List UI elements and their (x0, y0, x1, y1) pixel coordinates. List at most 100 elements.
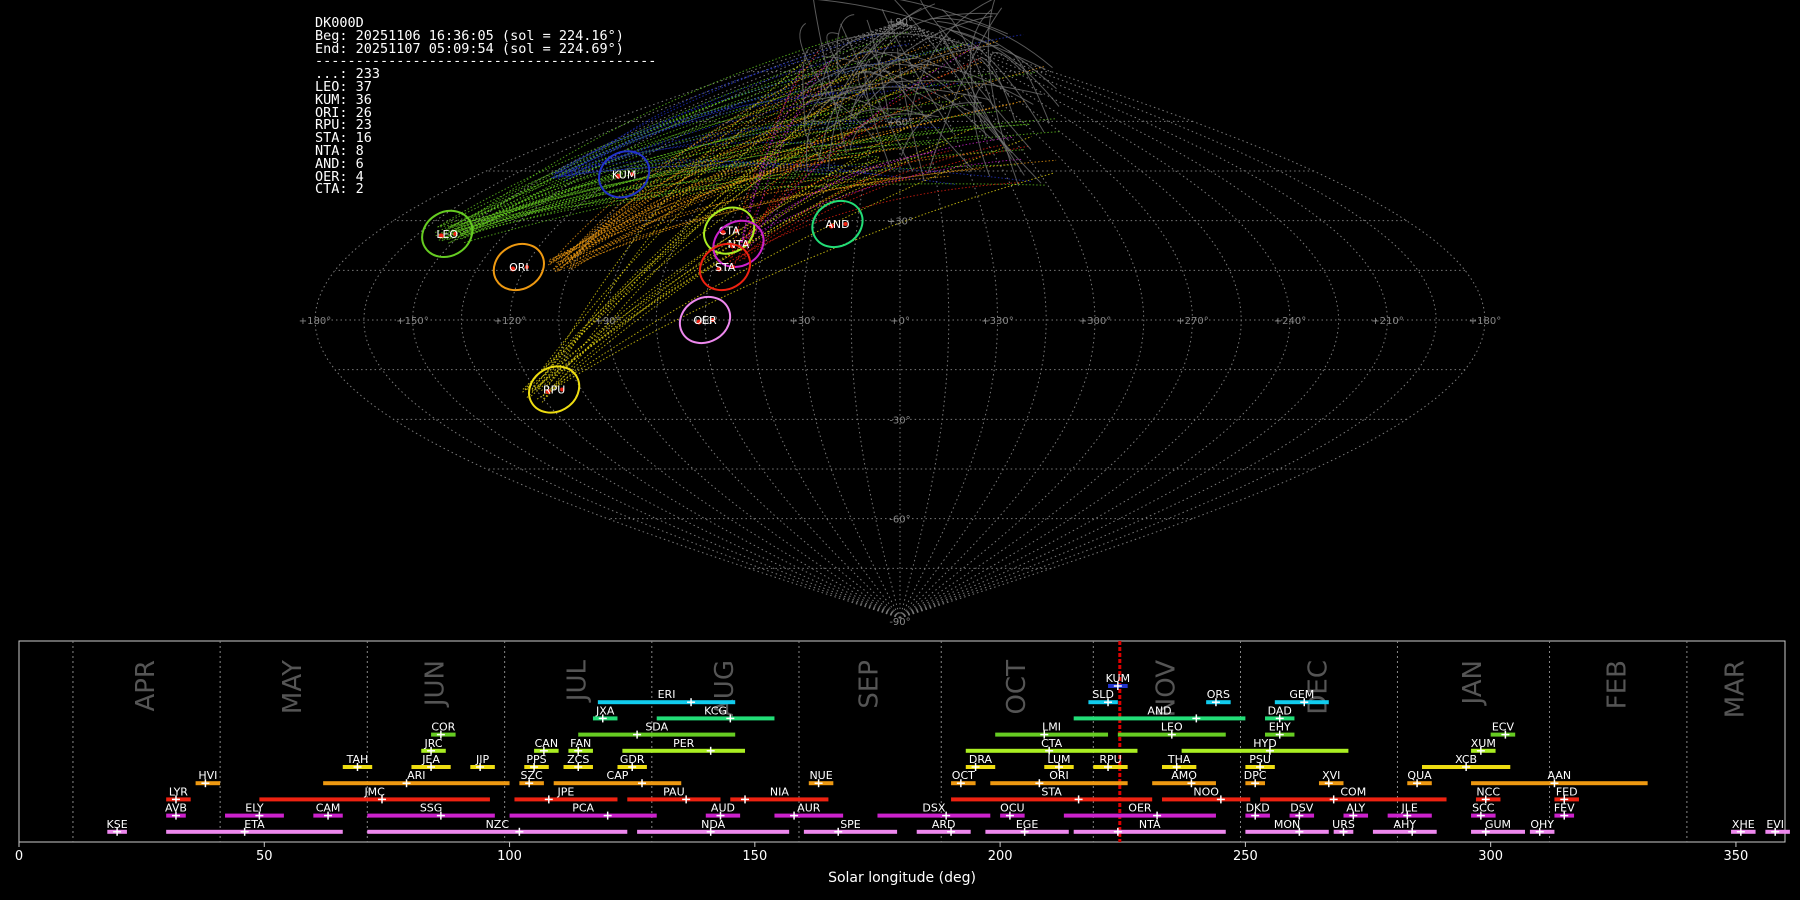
shower-label: CAP (607, 769, 629, 782)
shower-tah: TAH (342, 753, 373, 771)
shower-label: XVI (1322, 769, 1340, 782)
shower-label: NCC (1476, 785, 1500, 798)
month-label: FEB (1603, 660, 1633, 709)
shower-kse: KSE (107, 818, 128, 836)
x-tick-label: 300 (1478, 849, 1503, 864)
shower-label: NTA (1139, 818, 1161, 831)
shower-jxa: JXA (592, 704, 618, 723)
shower-label: XHE (1732, 818, 1755, 831)
shower-hvi: HVI (195, 769, 221, 788)
shower-label: TAH (346, 753, 369, 766)
x-tick-label: 350 (1724, 849, 1749, 864)
shower-label: JXA (595, 704, 615, 717)
shower-label: DKD (1246, 802, 1270, 815)
x-axis-label: Solar longitude (deg) (828, 870, 976, 886)
shower-label: FEV (1554, 802, 1575, 815)
month-label: MAR (1720, 660, 1750, 718)
shower-label: LEO (1161, 721, 1183, 734)
shower-label: RPU (1099, 753, 1121, 766)
shower-label: NOO (1193, 785, 1219, 798)
shower-label: OER (1128, 802, 1152, 815)
shower-label: GEM (1289, 688, 1314, 701)
shower-label: JMC (363, 785, 385, 798)
shower-xhe: XHE (1731, 818, 1756, 836)
x-tick-label: 200 (988, 849, 1013, 864)
shower-label: DPC (1244, 769, 1267, 782)
shower-nue: NUE (808, 769, 834, 788)
month-label: MAY (278, 660, 308, 714)
shower-label: OCU (1000, 802, 1024, 815)
shower-label: NIA (770, 785, 789, 798)
shower-dpc: DPC (1244, 769, 1267, 788)
shower-label: QUA (1407, 769, 1432, 782)
shower-label: PSU (1249, 753, 1271, 766)
shower-urs: URS (1332, 818, 1355, 836)
shower-label: LMI (1042, 721, 1061, 734)
shower-label: EVI (1766, 818, 1784, 831)
shower-label: ORI (1049, 769, 1069, 782)
x-tick-label: 0 (15, 849, 23, 864)
shower-label: DSX (922, 802, 945, 815)
shower-label: FED (1556, 785, 1578, 798)
x-tick-label: 50 (256, 849, 273, 864)
shower-label: CTA (1041, 737, 1063, 750)
shower-label: JEA (421, 753, 440, 766)
shower-label: GDR (620, 753, 645, 766)
shower-label: DAD (1268, 704, 1292, 717)
shower-label: AND (1147, 704, 1171, 717)
shower-label: EGE (1016, 818, 1038, 831)
shower-label: SDA (645, 721, 668, 734)
month-label: JUL (563, 659, 593, 703)
shower-label: KCG (704, 704, 727, 717)
shower-label: AUD (711, 802, 735, 815)
shower-label: GUM (1485, 818, 1511, 831)
shower-label: JLE (1401, 802, 1418, 815)
shower-cam: CAM (313, 802, 343, 820)
shower-label: OHY (1530, 818, 1554, 831)
shower-label: AVB (165, 802, 187, 815)
shower-label: SZC (521, 769, 544, 782)
x-tick-label: 100 (497, 849, 522, 864)
month-label: JAN (1458, 660, 1488, 706)
shower-label: SSG (420, 802, 443, 815)
shower-label: ALY (1346, 802, 1365, 815)
shower-label: ERI (658, 688, 676, 701)
shower-label: AAN (1548, 769, 1572, 782)
shower-label: SCC (1472, 802, 1495, 815)
month-label: JUN (420, 660, 450, 708)
shower-label: SPE (840, 818, 861, 831)
shower-szc: SZC (519, 769, 544, 788)
month-label: APR (131, 660, 161, 712)
shower-label: STA (1041, 785, 1062, 798)
shower-label: AMO (1171, 769, 1197, 782)
shower-label: URS (1332, 818, 1355, 831)
shower-zcs: ZCS (563, 753, 593, 771)
shower-label: XCB (1455, 753, 1477, 766)
shower-label: ECV (1492, 721, 1515, 734)
shower-label: PCA (572, 802, 594, 815)
x-tick-label: 250 (1233, 849, 1258, 864)
shower-label: ORS (1207, 688, 1230, 701)
shower-label: PAU (663, 785, 685, 798)
shower-label: JRC (424, 737, 443, 750)
shower-label: KUM (1106, 672, 1130, 685)
shower-label: NDA (701, 818, 726, 831)
shower-label: CAN (535, 737, 558, 750)
shower-label: AUR (797, 802, 821, 815)
shower-label: DRA (969, 753, 993, 766)
shower-timeline-chart: APR MAY JUN JUL AUG SEP OCT NOV DEC JAN FEB MARKUME… (15, 640, 1790, 886)
shower-label: CAM (316, 802, 341, 815)
shower-label: COR (431, 721, 455, 734)
shower-label: DSV (1290, 802, 1313, 815)
shower-label: LYR (169, 785, 188, 798)
shower-label: EHY (1269, 721, 1291, 734)
shower-label: XUM (1471, 737, 1496, 750)
shower-label: ARI (407, 769, 425, 782)
month-label: SEP (855, 660, 885, 709)
shower-label: ARD (932, 818, 956, 831)
x-tick-label: 150 (742, 849, 767, 864)
shower-evi: EVI (1765, 818, 1790, 836)
shower-label: OCT (952, 769, 975, 782)
shower-dkd: DKD (1245, 802, 1270, 820)
shower-label: NZC (486, 818, 510, 831)
